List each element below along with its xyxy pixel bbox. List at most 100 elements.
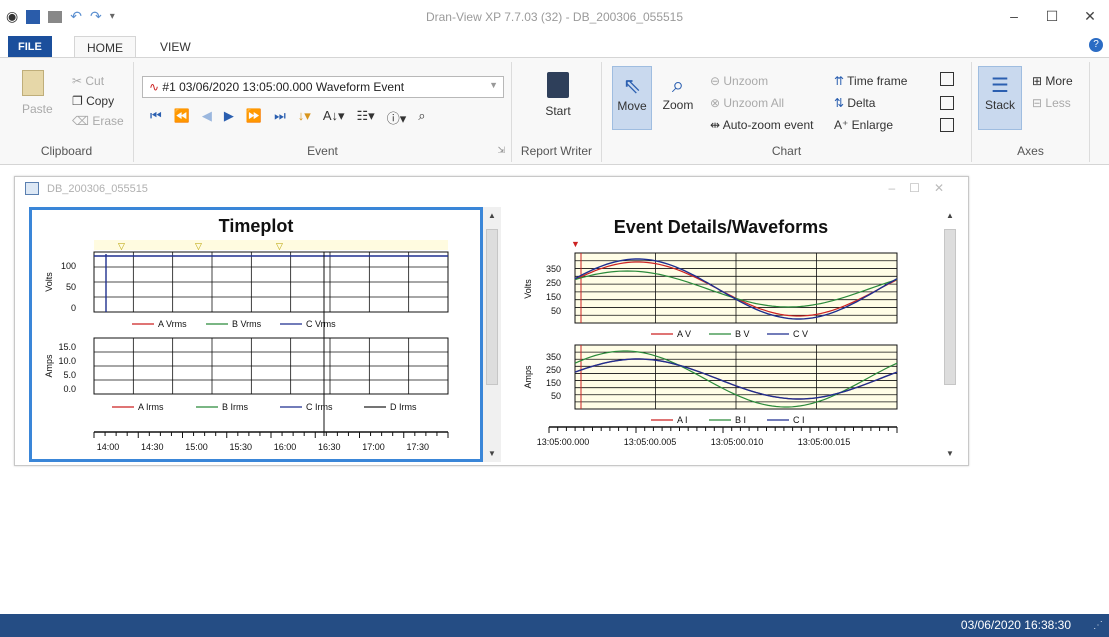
first-event-icon[interactable]: ⏮ — [150, 108, 162, 127]
volts-axis-label: Volts — [523, 279, 533, 299]
waveforms-scrollbar[interactable]: ▲ ▼ — [941, 207, 959, 462]
unzoom-icon: ⊖ — [710, 74, 724, 88]
doc-maximize-icon[interactable]: ☐ — [909, 181, 934, 195]
document-title-bar: DB_200306_055515 –☐✕ — [15, 177, 968, 203]
waveforms-chart[interactable]: Event Details/Waveforms ▼ Volts 350 250 … — [501, 207, 941, 462]
x-tick-label: 13:05:00.015 — [798, 437, 851, 447]
timeplot-scrollbar[interactable]: ▲ ▼ — [483, 207, 501, 462]
start-report-button[interactable]: Start — [534, 72, 582, 118]
paste-icon[interactable] — [22, 70, 44, 96]
minimize-icon[interactable]: – — [995, 4, 1033, 28]
x-tick-label: 17:00 — [362, 442, 385, 452]
tab-view[interactable]: VIEW — [148, 36, 203, 58]
volts-legend: A VB VC V — [651, 329, 808, 339]
y-tick-label: 10.0 — [58, 356, 76, 366]
event-select[interactable]: ∿ #1 03/06/2020 13:05:00.000 Waveform Ev… — [142, 76, 504, 98]
info-icon[interactable]: ⓘ▾ — [387, 108, 407, 127]
y-tick-label: 250 — [546, 365, 561, 375]
next-event-icon[interactable]: ▶ — [224, 108, 234, 127]
y-tick-label: 350 — [546, 264, 561, 274]
legend-label: C V — [793, 329, 808, 339]
columns-icon[interactable]: ☷▾ — [357, 108, 375, 127]
legend-label: B V — [735, 329, 750, 339]
split-columns-icon[interactable] — [940, 96, 954, 110]
last-event-icon[interactable]: ⏭ — [274, 108, 286, 127]
x-tick-label: 14:30 — [141, 442, 164, 452]
timeplot-chart[interactable]: Timeplot ▽ ▽ ▽ Volts 100 50 0 A Vrms B Vr… — [32, 210, 480, 459]
more-button[interactable]: ⊞ More — [1032, 74, 1073, 88]
tab-file[interactable]: FILE — [8, 36, 52, 58]
scroll-thumb[interactable] — [944, 229, 956, 385]
time-frame-icon: ⇈ — [834, 74, 848, 88]
y-tick-label: 0 — [71, 303, 76, 313]
copy-button[interactable]: ❐ Copy — [72, 94, 114, 108]
maximize-icon[interactable]: ☐ — [1033, 4, 1071, 28]
plus-icon: ⊞ — [1032, 74, 1046, 88]
sort-az-icon[interactable]: A↓▾ — [323, 108, 345, 127]
doc-minimize-icon[interactable]: – — [888, 181, 909, 195]
event-marker-icon[interactable]: ▽ — [195, 241, 202, 251]
eraser-icon: ⌫ — [72, 114, 93, 128]
enlarge-button[interactable]: A⁺ Enlarge — [834, 118, 893, 132]
help-icon[interactable]: ? — [1089, 38, 1103, 52]
resize-grip-icon[interactable]: ⋰ — [1093, 620, 1103, 631]
copy-icon: ❐ — [72, 94, 87, 108]
paste-button[interactable]: Paste — [22, 102, 53, 116]
scroll-thumb[interactable] — [486, 229, 498, 385]
y-tick-label: 5.0 — [63, 370, 76, 380]
align-left-icon[interactable] — [940, 72, 954, 86]
sort-filter-icon[interactable]: ↓▾ — [298, 108, 311, 127]
y-tick-label: 100 — [61, 261, 76, 271]
event-dialog-launcher-icon[interactable]: ⇲ — [497, 145, 505, 156]
close-icon[interactable]: ✕ — [1071, 4, 1109, 28]
timeplot-title: Timeplot — [219, 216, 294, 236]
unzoom-button[interactable]: ⊖ Unzoom — [710, 74, 768, 88]
y-tick-label: 15.0 — [58, 342, 76, 352]
scroll-down-icon[interactable]: ▼ — [941, 449, 959, 458]
x-tick-label: 16:00 — [274, 442, 297, 452]
event-trigger-icon[interactable]: ▼ — [571, 239, 580, 249]
tab-home[interactable]: HOME — [74, 36, 136, 58]
timeplot-panel[interactable]: Timeplot ▽ ▽ ▽ Volts 100 50 0 A Vrms B Vr… — [29, 207, 483, 462]
legend-label: A Irms — [138, 402, 164, 412]
y-tick-label: 150 — [546, 378, 561, 388]
align-right-icon[interactable] — [940, 118, 954, 132]
x-tick-label: 13:05:00.010 — [711, 437, 764, 447]
less-button[interactable]: ⊟ Less — [1032, 96, 1071, 110]
erase-button[interactable]: ⌫ Erase — [72, 114, 124, 128]
auto-zoom-button[interactable]: ⇹ Auto-zoom event — [710, 118, 813, 132]
scroll-down-icon[interactable]: ▼ — [483, 449, 501, 458]
scroll-up-icon[interactable]: ▲ — [941, 211, 959, 220]
prev-page-icon[interactable]: ⏪ — [174, 108, 190, 127]
stack-button[interactable]: ☰ Stack — [978, 66, 1022, 130]
x-tick-label: 15:00 — [185, 442, 208, 452]
next-page-icon[interactable]: ⏩ — [246, 108, 262, 127]
status-bar: 03/06/2020 16:38:30 ⋰ — [0, 614, 1109, 637]
move-button[interactable]: ⇖ Move — [612, 66, 652, 130]
waveforms-panel[interactable]: Event Details/Waveforms ▼ Volts 350 250 … — [501, 207, 967, 462]
event-marker-icon[interactable]: ▽ — [276, 241, 283, 251]
x-tick-label: 14:00 — [97, 442, 120, 452]
x-tick-label: 17:30 — [406, 442, 429, 452]
x-tick-label: 13:05:00.000 — [537, 437, 590, 447]
stack-icon: ☰ — [991, 75, 1009, 97]
legend-label: B Irms — [222, 402, 248, 412]
prev-event-icon[interactable]: ◀ — [202, 108, 212, 127]
delta-button[interactable]: ⇅ Delta — [834, 96, 875, 110]
legend-label: B Vrms — [232, 319, 262, 329]
scroll-up-icon[interactable]: ▲ — [483, 211, 501, 220]
y-tick-label: 50 — [551, 391, 561, 401]
doc-close-icon[interactable]: ✕ — [934, 181, 958, 195]
cut-button[interactable]: ✂ Cut — [72, 74, 104, 88]
waveform-icon: ∿ — [149, 80, 163, 94]
time-frame-button[interactable]: ⇈ Time frame — [834, 74, 907, 88]
y-tick-label: 50 — [66, 282, 76, 292]
legend-label: C Vrms — [306, 319, 336, 329]
unzoom-all-button[interactable]: ⊗ Unzoom All — [710, 96, 784, 110]
event-marker-icon[interactable]: ▽ — [118, 241, 125, 251]
unzoom-all-icon: ⊗ — [710, 96, 724, 110]
y-tick-label: 150 — [546, 292, 561, 302]
zoom-button[interactable]: ⌕ Zoom — [658, 66, 698, 130]
find-icon[interactable]: ⌕ — [418, 108, 425, 127]
amps-axis-label: Amps — [523, 365, 533, 389]
